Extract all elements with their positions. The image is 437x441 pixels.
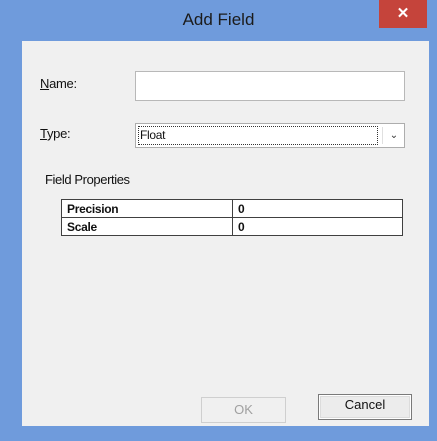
property-name-cell: Precision — [61, 199, 233, 218]
table-row[interactable]: Precision 0 — [61, 199, 403, 218]
property-value-cell[interactable]: 0 — [232, 217, 403, 236]
type-selected-value: Float — [138, 126, 378, 145]
cancel-button[interactable]: Cancel — [318, 394, 412, 420]
window-title: Add Field — [182, 10, 255, 29]
table-row[interactable]: Scale 0 — [61, 217, 403, 236]
add-field-dialog: Add Field ✕ Name: Type: Float ⌄ Field Pr… — [0, 0, 437, 441]
type-dropdown[interactable]: Float ⌄ — [135, 123, 405, 148]
property-name-cell: Scale — [61, 217, 233, 236]
ok-button[interactable]: OK — [201, 397, 286, 423]
name-label-text: ame: — [49, 76, 77, 91]
field-properties-table: Precision 0 Scale 0 — [61, 199, 403, 236]
type-label: Type: — [40, 126, 71, 141]
name-input[interactable] — [135, 71, 405, 101]
dialog-body: Name: Type: Float ⌄ Field Properties Pre… — [22, 41, 429, 426]
chevron-down-icon[interactable]: ⌄ — [386, 127, 402, 144]
close-icon: ✕ — [396, 5, 410, 22]
dropdown-divider — [382, 127, 383, 144]
property-value-cell[interactable]: 0 — [232, 199, 403, 218]
type-label-text: ype: — [46, 126, 71, 141]
name-label-accel: N — [40, 76, 50, 91]
name-label: Name: — [40, 76, 77, 91]
close-button[interactable]: ✕ — [379, 0, 427, 28]
title-bar[interactable]: Add Field ✕ — [0, 0, 437, 40]
field-properties-label: Field Properties — [45, 172, 130, 187]
type-label-accel: T — [40, 126, 47, 141]
